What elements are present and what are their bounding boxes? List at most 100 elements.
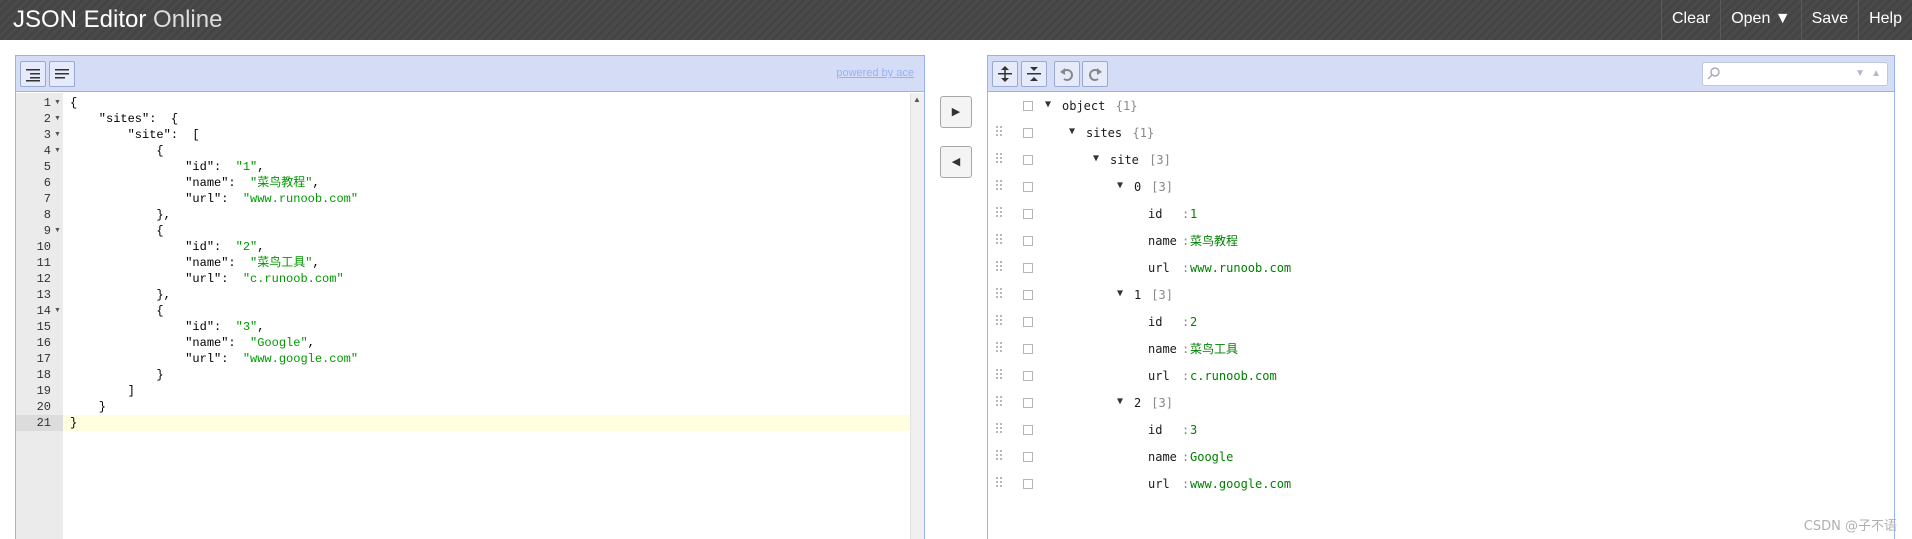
context-menu-button[interactable] (1023, 344, 1033, 354)
undo-button[interactable] (1054, 61, 1080, 87)
node-key[interactable]: name (1148, 341, 1177, 357)
context-menu-button[interactable] (1023, 317, 1033, 327)
node-key[interactable]: 1 (1134, 287, 1141, 303)
fold-toggle-icon[interactable]: ▼ (54, 127, 61, 143)
drag-handle-icon[interactable] (996, 477, 1004, 491)
context-menu-button[interactable] (1023, 209, 1033, 219)
help-button[interactable]: Help (1858, 0, 1912, 40)
redo-button[interactable] (1082, 61, 1108, 87)
code-text-area[interactable]: { "sites": { "site": [ { "id": "1", "nam… (63, 93, 910, 539)
node-key[interactable]: site (1110, 152, 1139, 168)
node-key[interactable]: 2 (1134, 395, 1141, 411)
fold-toggle-icon[interactable]: ▼ (54, 143, 61, 159)
node-value[interactable]: 1 (1190, 206, 1197, 222)
context-menu-button[interactable] (1023, 371, 1033, 381)
tree-node-row[interactable]: id:1 (988, 201, 1894, 228)
copy-to-tree-button[interactable]: ▶ (940, 96, 972, 128)
context-menu-button[interactable] (1023, 128, 1033, 138)
context-menu-button[interactable] (1023, 236, 1033, 246)
context-menu-button[interactable] (1023, 182, 1033, 192)
drag-handle-icon[interactable] (996, 261, 1004, 275)
context-menu-button[interactable] (1023, 452, 1033, 462)
node-value[interactable]: Google (1190, 449, 1233, 465)
node-value[interactable]: www.runoob.com (1190, 260, 1291, 276)
context-menu-button[interactable] (1023, 398, 1033, 408)
expand-all-button[interactable] (992, 61, 1018, 87)
node-value[interactable]: 菜鸟工具 (1190, 341, 1238, 357)
drag-handle-icon[interactable] (996, 450, 1004, 464)
format-button[interactable] (20, 61, 46, 87)
expand-toggle-icon[interactable]: ▼ (1093, 153, 1099, 164)
tree-node-row[interactable]: name: Google (988, 444, 1894, 471)
collapse-all-button[interactable] (1021, 61, 1047, 87)
drag-handle-icon[interactable] (996, 180, 1004, 194)
drag-handle-icon[interactable] (996, 126, 1004, 140)
node-value[interactable]: 2 (1190, 314, 1197, 330)
drag-handle-icon[interactable] (996, 153, 1004, 167)
save-button[interactable]: Save (1800, 0, 1858, 40)
drag-handle-icon[interactable] (996, 234, 1004, 248)
expand-toggle-icon[interactable]: ▼ (1117, 180, 1123, 191)
fold-toggle-icon[interactable]: ▼ (54, 111, 61, 127)
node-key[interactable]: name (1148, 233, 1177, 249)
expand-toggle-icon[interactable]: ▼ (1117, 288, 1123, 299)
tree-node-row[interactable]: url: www.google.com (988, 471, 1894, 498)
drag-handle-icon[interactable] (996, 315, 1004, 329)
node-key[interactable]: id (1148, 422, 1162, 438)
tree-node-row[interactable]: name: 菜鸟教程 (988, 228, 1894, 255)
powered-by-ace-link[interactable]: powered by ace (836, 67, 914, 79)
context-menu-button[interactable] (1023, 425, 1033, 435)
fold-toggle-icon[interactable]: ▼ (54, 95, 61, 111)
line-number: 6 (43, 176, 51, 190)
tree-node-row[interactable]: ▼ site [3] (988, 147, 1894, 174)
context-menu-button[interactable] (1023, 479, 1033, 489)
expand-toggle-icon[interactable]: ▼ (1117, 396, 1123, 407)
fold-toggle-icon[interactable]: ▼ (54, 223, 61, 239)
drag-handle-icon[interactable] (996, 396, 1004, 410)
drag-handle-icon[interactable] (996, 423, 1004, 437)
node-key[interactable]: url (1148, 368, 1170, 384)
tree-node-row[interactable]: ▼ 0 [3] (988, 174, 1894, 201)
tree-node-row[interactable]: url: www.runoob.com (988, 255, 1894, 282)
tree-node-row[interactable]: ▼ 1 [3] (988, 282, 1894, 309)
copy-to-code-button[interactable]: ◀ (940, 146, 972, 178)
tree-node-row[interactable]: name: 菜鸟工具 (988, 336, 1894, 363)
tree-node-row[interactable]: ▼ object {1} (988, 93, 1894, 120)
node-key[interactable]: name (1148, 449, 1177, 465)
tree-node-row[interactable]: ▼ sites {1} (988, 120, 1894, 147)
search-previous-icon[interactable]: ▲ (1871, 68, 1881, 79)
drag-handle-icon[interactable] (996, 369, 1004, 383)
drag-handle-icon[interactable] (996, 288, 1004, 302)
node-key[interactable]: id (1148, 206, 1162, 222)
clear-button[interactable]: Clear (1660, 0, 1720, 40)
search-next-icon[interactable]: ▼ (1855, 68, 1865, 79)
expand-toggle-icon[interactable]: ▼ (1069, 126, 1075, 137)
node-value[interactable]: c.runoob.com (1190, 368, 1277, 384)
code-vertical-scrollbar[interactable]: ▲ (910, 93, 924, 539)
node-value[interactable]: 3 (1190, 422, 1197, 438)
expand-toggle-icon[interactable]: ▼ (1045, 99, 1051, 110)
tree-search-box[interactable]: ▼ ▲ (1702, 62, 1888, 86)
node-key[interactable]: url (1148, 476, 1170, 492)
context-menu-button[interactable] (1023, 155, 1033, 165)
node-key[interactable]: object (1062, 98, 1105, 114)
node-value[interactable]: 菜鸟教程 (1190, 233, 1238, 249)
node-key[interactable]: id (1148, 314, 1162, 330)
compact-button[interactable] (49, 61, 75, 87)
node-key[interactable]: 0 (1134, 179, 1141, 195)
node-value[interactable]: www.google.com (1190, 476, 1291, 492)
open-menu-button[interactable]: Open ▼ (1720, 0, 1800, 40)
drag-handle-icon[interactable] (996, 207, 1004, 221)
code-line: "sites": { (70, 112, 179, 126)
node-key[interactable]: url (1148, 260, 1170, 276)
context-menu-button[interactable] (1023, 263, 1033, 273)
tree-node-row[interactable]: ▼ 2 [3] (988, 390, 1894, 417)
context-menu-button[interactable] (1023, 101, 1033, 111)
drag-handle-icon[interactable] (996, 342, 1004, 356)
tree-node-row[interactable]: url: c.runoob.com (988, 363, 1894, 390)
node-key[interactable]: sites (1086, 125, 1122, 141)
tree-node-row[interactable]: id:2 (988, 309, 1894, 336)
fold-toggle-icon[interactable]: ▼ (54, 303, 61, 319)
context-menu-button[interactable] (1023, 290, 1033, 300)
tree-node-row[interactable]: id:3 (988, 417, 1894, 444)
